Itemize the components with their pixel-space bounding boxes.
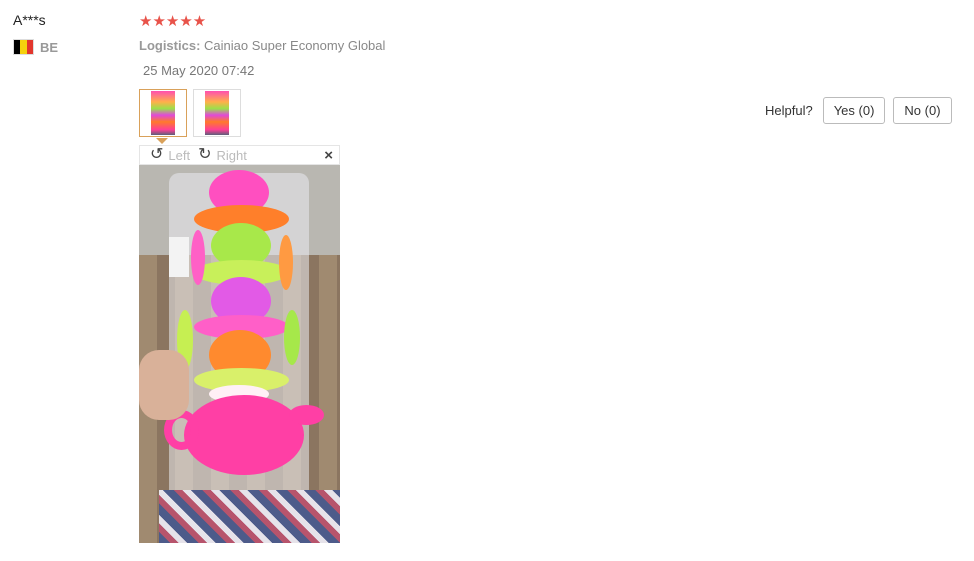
- thumbnail-image: [205, 91, 229, 135]
- review-thumbnails: [139, 89, 241, 144]
- rotate-left-icon: ↺: [150, 146, 164, 163]
- patterned-fabric: [159, 490, 340, 543]
- teapot-spout: [289, 405, 324, 425]
- rotate-right-icon: ↻: [198, 146, 212, 163]
- helpful-no-button[interactable]: No (0): [893, 97, 952, 124]
- helpful-label: Helpful?: [765, 103, 813, 118]
- thumbnail-2[interactable]: [193, 89, 241, 137]
- reviewer-name: A***s: [13, 12, 46, 28]
- logistics-value: Cainiao Super Economy Global: [204, 38, 386, 53]
- rotate-left-label: Left: [168, 147, 191, 163]
- package-label: [169, 237, 189, 277]
- green-spoon-right: [284, 310, 300, 365]
- rating-stars: ★★★★★: [139, 13, 207, 30]
- rotate-right-button[interactable]: ↻ Right: [198, 147, 247, 163]
- rotate-left-button[interactable]: ↺ Left: [150, 147, 190, 163]
- orange-spoon: [279, 235, 293, 290]
- image-viewer: ↺ Left ↻ Right ×: [139, 145, 340, 543]
- flag-be-icon: [13, 39, 34, 55]
- country-code: BE: [40, 39, 59, 55]
- logistics-info: Logistics: Cainiao Super Economy Global: [139, 38, 385, 53]
- pink-spoon: [191, 230, 205, 285]
- active-indicator: [156, 138, 168, 144]
- close-icon[interactable]: ×: [324, 147, 333, 164]
- review-photo: [139, 165, 340, 543]
- helpful-yes-button[interactable]: Yes (0): [822, 97, 886, 124]
- holding-hand: [139, 350, 189, 420]
- viewer-toolbar: ↺ Left ↻ Right ×: [139, 145, 340, 165]
- helpful-votes: Helpful? Yes (0) No (0): [765, 97, 952, 124]
- logistics-label: Logistics:: [139, 38, 201, 53]
- thumbnail-1[interactable]: [139, 89, 187, 144]
- review-date: 25 May 2020 07:42: [143, 63, 255, 78]
- pink-teapot: [184, 395, 304, 475]
- thumbnail-image: [151, 91, 175, 135]
- reviewer-country: BE: [13, 39, 58, 55]
- rotate-right-label: Right: [216, 147, 247, 163]
